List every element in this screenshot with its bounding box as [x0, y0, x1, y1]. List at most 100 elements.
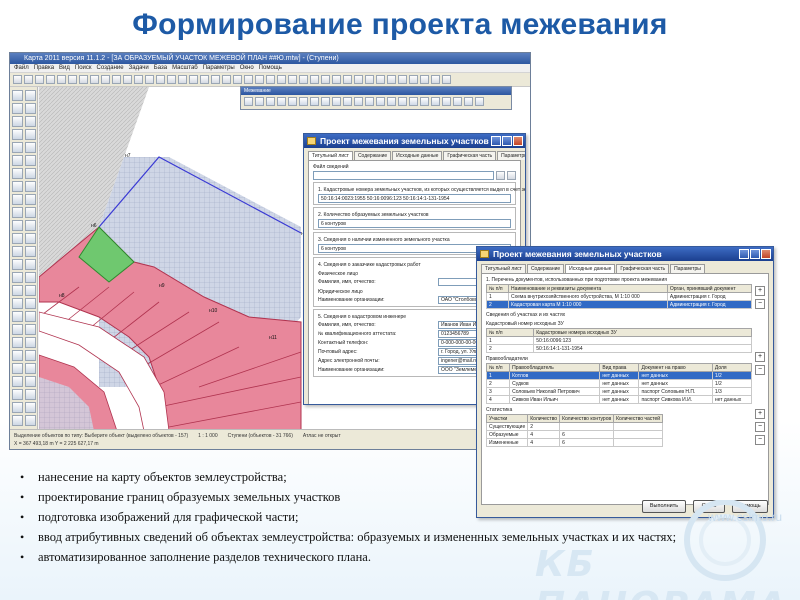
mezhevanie-tool-icon[interactable]	[398, 97, 407, 106]
toolbar-tool-icon[interactable]	[321, 75, 330, 84]
parcels-count-field[interactable]: 6 контуров	[318, 219, 511, 228]
toolbar-tool-icon[interactable]	[24, 75, 33, 84]
mezhevanie-tool-icon[interactable]	[431, 97, 440, 106]
left-tool-icon[interactable]	[25, 259, 36, 270]
table-row[interactable]: 1 Схема внутрихозяйственного обустройства…	[485, 292, 753, 301]
toolbar-tool-icon[interactable]	[332, 75, 341, 84]
toolbar-tool-icon[interactable]	[57, 75, 66, 84]
tab[interactable]: Параметры	[670, 264, 705, 273]
left-tool-icon[interactable]	[12, 376, 23, 387]
left-tool-icon[interactable]	[25, 246, 36, 257]
menu-item[interactable]: Помощь	[259, 64, 282, 72]
left-tool-icon[interactable]	[12, 337, 23, 348]
toolbar-tool-icon[interactable]	[189, 75, 198, 84]
left-tool-icon[interactable]	[12, 272, 23, 283]
menu-item[interactable]: Файл	[14, 64, 29, 72]
table-row[interactable]: 2 Кадастровая карта М 1:10 000 Администрац…	[485, 300, 753, 309]
table-row[interactable]: Существующие 2	[485, 422, 664, 431]
remove-doc-icon[interactable]: −	[755, 299, 765, 309]
left-tool-icon[interactable]	[12, 207, 23, 218]
left-tool-icon[interactable]	[12, 311, 23, 322]
toolbar-tool-icon[interactable]	[112, 75, 121, 84]
toolbar-tool-icon[interactable]	[266, 75, 275, 84]
mezhevanie-tool-icon[interactable]	[453, 97, 462, 106]
left-tool-icon[interactable]	[25, 194, 36, 205]
toolbar-tool-icon[interactable]	[167, 75, 176, 84]
left-tool-icon[interactable]	[12, 181, 23, 192]
mezhevanie-tool-icon[interactable]	[365, 97, 374, 106]
add-owner-icon[interactable]: +	[755, 409, 765, 419]
mezhevanie-tool-icon[interactable]	[354, 97, 363, 106]
menu-item[interactable]: Создание	[97, 64, 124, 72]
left-tool-icon[interactable]	[25, 389, 36, 400]
close-icon[interactable]	[513, 136, 523, 146]
file-field[interactable]	[313, 171, 494, 180]
left-tool-icon[interactable]	[12, 389, 23, 400]
left-tool-icon[interactable]	[25, 415, 36, 426]
left-tool-icon[interactable]	[25, 90, 36, 101]
mezhevanie-tool-icon[interactable]	[420, 97, 429, 106]
toolbar-tool-icon[interactable]	[101, 75, 110, 84]
left-tool-icon[interactable]	[12, 142, 23, 153]
toolbar-tool-icon[interactable]	[233, 75, 242, 84]
toolbar-tool-icon[interactable]	[211, 75, 220, 84]
toolbar-tool-icon[interactable]	[376, 75, 385, 84]
left-tool-icon[interactable]	[12, 90, 23, 101]
table-row[interactable]: 2 50:16:14:1-131-1954	[485, 344, 752, 353]
remove-src-icon[interactable]: −	[755, 365, 765, 375]
toolbar-tool-icon[interactable]	[431, 75, 440, 84]
left-tool-icon[interactable]	[12, 259, 23, 270]
menu-item[interactable]: Масштаб	[172, 64, 198, 72]
mezhevanie-tool-icon[interactable]	[332, 97, 341, 106]
toolbar-tool-icon[interactable]	[123, 75, 132, 84]
left-tool-icon[interactable]	[25, 376, 36, 387]
toolbar-tool-icon[interactable]	[310, 75, 319, 84]
tab[interactable]: Параметры	[497, 151, 525, 160]
edit-owner-icon[interactable]: −	[755, 435, 765, 445]
left-tool-icon[interactable]	[25, 116, 36, 127]
toolbar-tool-icon[interactable]	[178, 75, 187, 84]
open-file-icon[interactable]	[496, 171, 505, 180]
mezhevanie-tool-icon[interactable]	[442, 97, 451, 106]
left-tool-icon[interactable]	[25, 285, 36, 296]
left-tool-icon[interactable]	[12, 324, 23, 335]
remove-owner-icon[interactable]: −	[755, 422, 765, 432]
left-tool-icon[interactable]	[12, 116, 23, 127]
menu-item[interactable]: Правка	[34, 64, 54, 72]
table-row[interactable]: 4 Сивков Иван Ильич нет данных паспорт Сивк…	[485, 395, 753, 404]
toolbar-tool-icon[interactable]	[79, 75, 88, 84]
mezhevanie-tool-icon[interactable]	[310, 97, 319, 106]
toolbar-tool-icon[interactable]	[387, 75, 396, 84]
tab[interactable]: Исходные данные	[565, 264, 616, 273]
toolbar-tool-icon[interactable]	[299, 75, 308, 84]
table-row[interactable]: Измененные 4 6	[485, 438, 664, 447]
mezhevanie-tool-icon[interactable]	[266, 97, 275, 106]
tab[interactable]: Графическая часть	[616, 264, 670, 273]
toolbar-tool-icon[interactable]	[134, 75, 143, 84]
menu-item[interactable]: Вид	[59, 64, 70, 72]
tab[interactable]: Титульный лист	[481, 264, 526, 273]
tab[interactable]: Исходные данные	[392, 151, 443, 160]
left-tool-icon[interactable]	[25, 402, 36, 413]
mezhevanie-tool-icon[interactable]	[464, 97, 473, 106]
tab[interactable]: Титульный лист	[308, 151, 353, 160]
mezhevanie-tool-icon[interactable]	[409, 97, 418, 106]
left-tool-icon[interactable]	[25, 337, 36, 348]
left-tool-icon[interactable]	[12, 168, 23, 179]
toolbar-tool-icon[interactable]	[46, 75, 55, 84]
add-src-icon[interactable]: +	[755, 352, 765, 362]
mezhevanie-tool-icon[interactable]	[475, 97, 484, 106]
toolbar-tool-icon[interactable]	[442, 75, 451, 84]
left-tool-icon[interactable]	[12, 285, 23, 296]
left-tool-icon[interactable]	[25, 272, 36, 283]
left-tool-icon[interactable]	[25, 103, 36, 114]
toolbar-tool-icon[interactable]	[277, 75, 286, 84]
table-row[interactable]: 1 Котлов нет данных нет данных 1/2	[485, 371, 753, 380]
toolbar-tool-icon[interactable]	[244, 75, 253, 84]
toolbar-tool-icon[interactable]	[420, 75, 429, 84]
toolbar-tool-icon[interactable]	[409, 75, 418, 84]
left-tool-icon[interactable]	[25, 155, 36, 166]
left-tool-icon[interactable]	[25, 220, 36, 231]
left-tool-icon[interactable]	[25, 142, 36, 153]
left-tool-icon[interactable]	[12, 363, 23, 374]
